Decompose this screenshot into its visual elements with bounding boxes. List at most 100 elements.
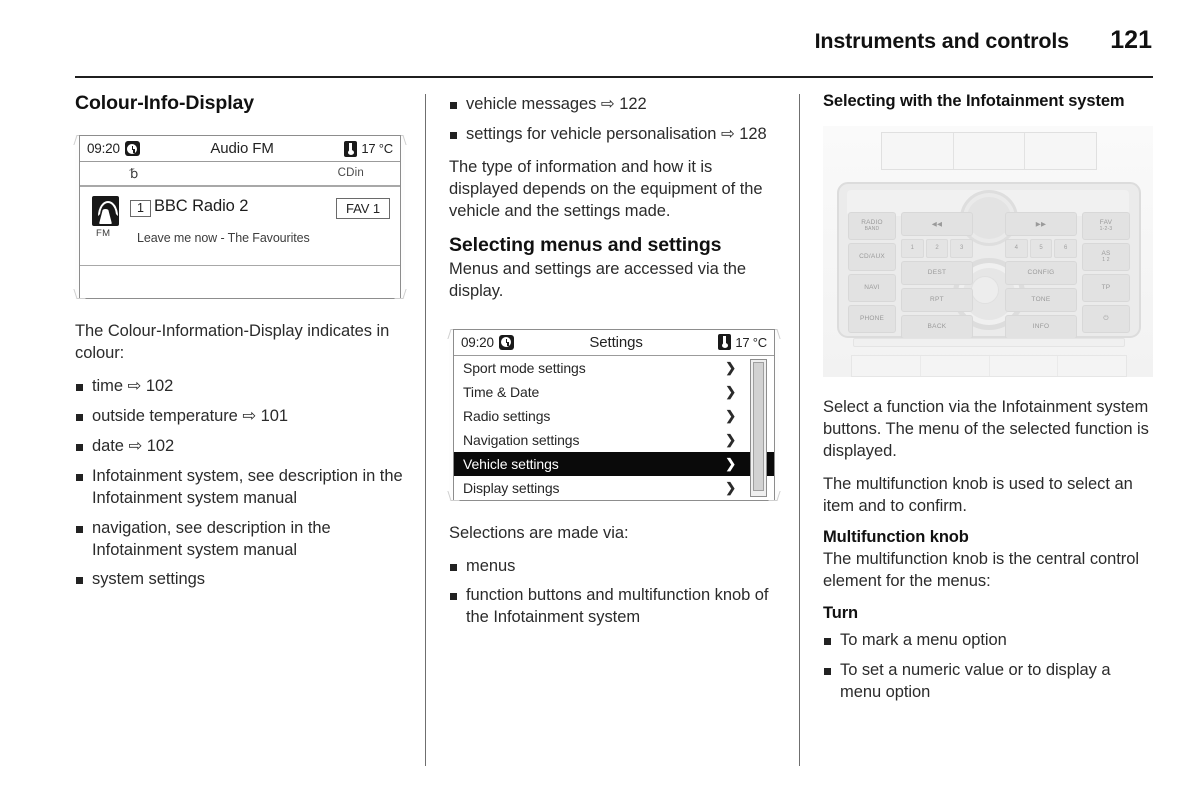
list-item: menus <box>449 556 779 578</box>
radio-temperature-value: 17 °C <box>361 141 393 156</box>
preset-button-2[interactable]: 2 <box>925 238 949 258</box>
cd-aux-button[interactable]: CD/AUX <box>848 242 896 271</box>
preset-row-right: 4 5 6 <box>1005 238 1078 258</box>
power-button[interactable]: ⏻ <box>1082 304 1130 333</box>
column-divider-2 <box>799 94 800 766</box>
preset-button-6[interactable]: 6 <box>1054 238 1078 258</box>
fav-button[interactable]: FAV 1-2-3 <box>1082 211 1130 240</box>
column3-paragraph-1: Select a function via the Infotainment s… <box>823 397 1149 460</box>
column3-paragraph-3: The multifunction knob is the central co… <box>823 550 1139 591</box>
radio-station-name: BBC Radio 2 <box>154 197 249 215</box>
selections-bullet-list: menus function buttons and multifunction… <box>449 556 779 630</box>
column2-paragraph-2: Menus and settings are accessed via the … <box>449 259 747 300</box>
button-label: TONE <box>1031 296 1051 304</box>
settings-scrollbar-thumb[interactable] <box>753 361 764 491</box>
seek-back-button[interactable]: ◀◀ <box>901 211 973 236</box>
config-button[interactable]: CONFIG <box>1005 260 1077 285</box>
settings-menu-list: Sport mode settings ❯ Time & Date ❯ Radi… <box>454 355 774 500</box>
button-label: TP <box>1101 284 1111 292</box>
list-item: settings for vehicle personalisation ⇨ 1… <box>449 124 779 146</box>
page-columns: Colour-Info-Display 09:20 Audio FM 17 °C <box>73 92 1153 772</box>
radio-band-button[interactable]: RADIO BAND <box>848 211 896 240</box>
column2-paragraph-1: The type of information and how it is di… <box>449 157 763 220</box>
clock-icon <box>498 334 514 350</box>
list-item: outside temperature ⇨ 101 <box>75 406 405 428</box>
preset-button-1[interactable]: 1 <box>901 238 924 258</box>
radio-content-area: FM 1 BBC Radio 2 FAV 1 Leave me now - Th… <box>80 187 400 266</box>
list-item: function buttons and multifunction knob … <box>449 585 779 629</box>
back-button[interactable]: BACK <box>901 314 973 339</box>
navi-button[interactable]: NAVI <box>848 273 896 302</box>
list-item: To mark a menu option <box>823 630 1153 652</box>
column3-paragraph-2: The multifunction knob is used to select… <box>823 474 1133 515</box>
settings-scrollbar[interactable] <box>750 358 767 497</box>
selecting-with-infotainment-title: Selecting with the Infotainment system <box>823 92 1125 110</box>
menu-item-display-settings[interactable]: Display settings ❯ <box>454 476 774 500</box>
menu-item-vehicle-settings[interactable]: Vehicle settings ❯ <box>454 451 774 476</box>
button-label: CONFIG <box>1027 269 1055 277</box>
chevron-right-icon: ❯ <box>725 383 736 399</box>
infotainment-faceplate: RADIO BAND CD/AUX NAVI PHONE FAV 1-2-3 A… <box>837 181 1141 339</box>
chevron-right-icon: ❯ <box>725 479 736 495</box>
preset-button-5[interactable]: 5 <box>1029 238 1053 258</box>
column-divider-1 <box>425 94 426 766</box>
console-button <box>921 355 990 376</box>
list-item: To set a numeric value or to display a m… <box>823 660 1153 704</box>
vent-slot <box>1025 133 1096 169</box>
console-button <box>852 355 921 376</box>
settings-display-bezel: 09:20 Settings 17 °C Sport mode settings… <box>447 328 781 501</box>
chevron-right-icon: ❯ <box>725 359 736 375</box>
radio-clock-time: 09:20 <box>87 141 120 156</box>
settings-screen-title: Settings <box>589 333 643 351</box>
rpt-button[interactable]: RPT <box>901 287 973 312</box>
header-rule <box>75 76 1153 78</box>
preset-button-3[interactable]: 3 <box>950 238 974 258</box>
selections-intro: Selections are made via: <box>449 523 629 542</box>
button-label: CD/AUX <box>859 253 885 261</box>
menu-item-navigation-settings[interactable]: Navigation settings ❯ <box>454 428 774 452</box>
button-label: ◀◀ <box>931 220 943 228</box>
right-button-column: FAV 1-2-3 AS 1 2 TP ⏻ <box>1082 211 1130 333</box>
preset-row-left: 1 2 3 <box>901 238 974 258</box>
turn-title: Turn <box>823 604 859 623</box>
menu-item-label: Display settings <box>463 479 560 496</box>
radio-footer-area <box>80 266 400 298</box>
menu-item-time-and-date[interactable]: Time & Date ❯ <box>454 380 774 404</box>
radio-source-label: CDin <box>337 167 364 179</box>
page-header: Instruments and controls 121 <box>75 26 1152 60</box>
vent-slot <box>954 132 1026 169</box>
button-sublabel: 1-2-3 <box>1099 225 1113 232</box>
chevron-right-icon: ❯ <box>725 455 736 471</box>
button-label: PHONE <box>859 315 885 323</box>
infotainment-control-panel-photo: RADIO BAND CD/AUX NAVI PHONE FAV 1-2-3 A… <box>823 125 1153 377</box>
thermometer-icon <box>344 140 358 157</box>
info-button[interactable]: INFO <box>1005 314 1077 339</box>
chevron-right-icon: ❯ <box>725 431 736 447</box>
column-3: Selecting with the Infotainment system R… <box>823 92 1153 772</box>
radio-band-label: FM <box>96 228 111 239</box>
bezel-corner-bottom-right <box>768 490 781 501</box>
settings-temperature-group: 17 °C <box>718 334 767 351</box>
phone-button[interactable]: PHONE <box>848 304 896 333</box>
radio-screen-title: Audio FM <box>210 140 274 157</box>
as-button[interactable]: AS 1 2 <box>1082 242 1130 271</box>
settings-display-figure: 09:20 Settings 17 °C Sport mode settings… <box>447 328 781 501</box>
multifunction-knob-title: Multifunction knob <box>823 528 969 547</box>
menu-item-label: Vehicle settings <box>463 455 559 472</box>
tp-button[interactable]: TP <box>1082 273 1130 302</box>
menu-item-sport-mode-settings[interactable]: Sport mode settings ❯ <box>454 356 774 380</box>
column-1: Colour-Info-Display 09:20 Audio FM 17 °C <box>73 92 407 772</box>
list-item: navigation, see description in the Infot… <box>75 518 405 562</box>
dest-button[interactable]: DEST <box>901 260 973 285</box>
preset-button-4[interactable]: 4 <box>1005 238 1028 258</box>
list-item: date ⇨ 102 <box>75 436 405 458</box>
left-button-column: RADIO BAND CD/AUX NAVI PHONE <box>848 211 896 333</box>
chevron-right-icon: ❯ <box>725 407 736 423</box>
settings-temperature-value: 17 °C <box>735 334 767 350</box>
button-label: ▶▶ <box>1035 220 1047 228</box>
radio-status-bar: 09:20 Audio FM 17 °C <box>80 136 400 162</box>
menu-item-radio-settings[interactable]: Radio settings ❯ <box>454 404 774 428</box>
tone-button[interactable]: TONE <box>1005 287 1077 312</box>
page-number: 121 <box>1110 26 1152 54</box>
seek-forward-button[interactable]: ▶▶ <box>1005 211 1077 236</box>
